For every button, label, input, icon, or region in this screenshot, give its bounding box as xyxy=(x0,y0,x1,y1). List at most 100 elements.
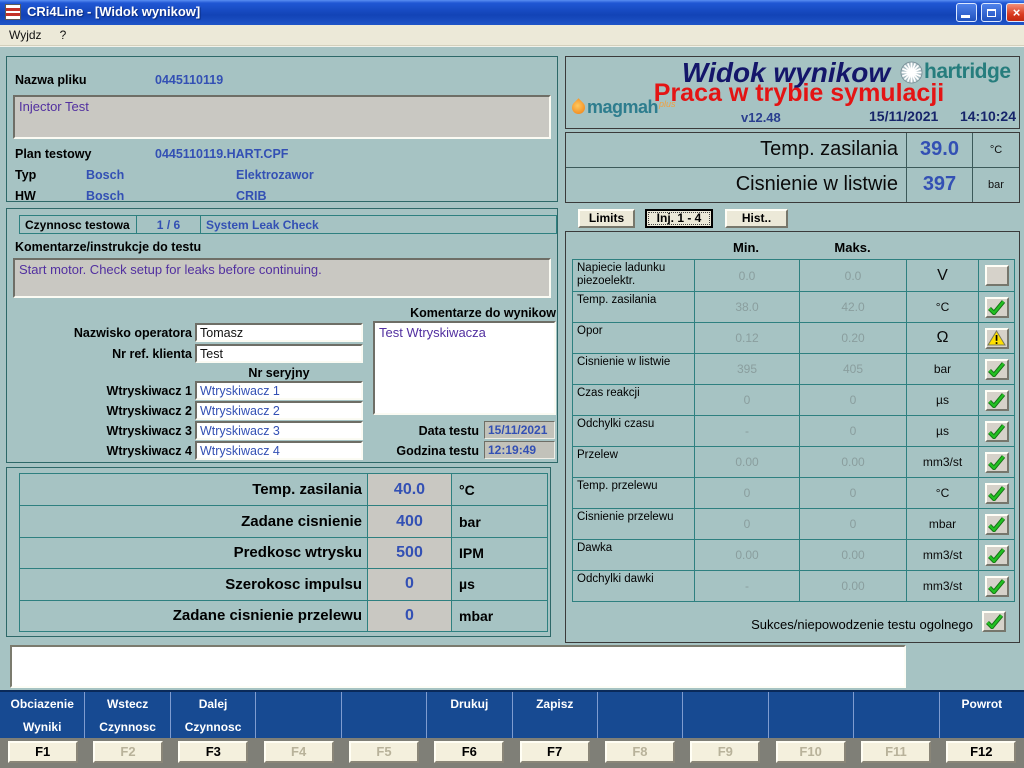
setpoints-panel: Temp. zasilania40.0°CZadane cisnienie400… xyxy=(6,467,551,637)
client-ref-input[interactable] xyxy=(195,344,363,363)
setpoint-value: 0 xyxy=(367,600,451,631)
result-row-label: Dawka xyxy=(573,539,694,570)
min-column-header: Min. xyxy=(693,240,799,255)
results-header-panel: Widok wynikow Praca w trybie symulacji m… xyxy=(565,56,1020,129)
fkey-slot-f5: F5 xyxy=(341,738,426,768)
result-max-value: 0 xyxy=(799,508,906,539)
fkey-label-line1: Powrot xyxy=(940,697,1024,711)
fkey-button-f3[interactable]: F3 xyxy=(178,741,248,763)
pass-check-icon xyxy=(985,576,1009,597)
fkey-label-line2: Czynnosc xyxy=(171,720,255,734)
result-min-value: 0.00 xyxy=(694,539,799,570)
result-max-value: 0 xyxy=(799,477,906,508)
version-label: v12.48 xyxy=(741,110,781,125)
pass-check-icon xyxy=(985,297,1009,318)
result-max-value: 0.0 xyxy=(799,260,906,291)
menu-item-help[interactable]: ? xyxy=(51,25,76,45)
test-time-label: Godzina testu xyxy=(331,444,479,458)
minimize-button[interactable] xyxy=(956,3,977,22)
fkey-button-f9[interactable]: F9 xyxy=(690,741,760,763)
typ-value: Bosch xyxy=(86,168,124,182)
test-name-textarea[interactable]: Injector Test xyxy=(13,95,551,139)
tab-hist[interactable]: Hist.. xyxy=(725,209,788,228)
fkey-button-f11[interactable]: F11 xyxy=(861,741,931,763)
results-panel: Min. Maks. Napiecie ladunku piezoelektr.… xyxy=(565,231,1020,643)
result-max-value: 0.00 xyxy=(799,539,906,570)
fkey-button-f1[interactable]: F1 xyxy=(8,741,78,763)
file-name-label: Nazwa pliku xyxy=(15,73,87,87)
fkey-button-f5[interactable]: F5 xyxy=(349,741,419,763)
result-status-cell xyxy=(978,508,1014,539)
fkey-label-f10 xyxy=(769,692,854,738)
pass-check-icon xyxy=(985,390,1009,411)
fkey-label-line1: Drukuj xyxy=(427,697,511,711)
fkey-button-f2[interactable]: F2 xyxy=(93,741,163,763)
fkey-button-f7[interactable]: F7 xyxy=(520,741,590,763)
test-time-value: 12:19:49 xyxy=(484,441,555,459)
setpoint-unit: IPM xyxy=(451,537,547,568)
operator-name-input[interactable] xyxy=(195,323,363,342)
result-row-label: Cisnienie w listwie xyxy=(573,353,694,384)
fkey-button-f12[interactable]: F12 xyxy=(946,741,1016,763)
plan-label: Plan testowy xyxy=(15,147,91,161)
menu-item-exit[interactable]: Wyjdz xyxy=(0,25,51,45)
fkey-label-f9 xyxy=(683,692,768,738)
menu-bar: Wyjdz? xyxy=(0,25,1024,46)
result-min-value: 0 xyxy=(694,477,799,508)
live-value-label: Temp. zasilania xyxy=(566,133,906,168)
result-status-cell xyxy=(978,446,1014,477)
setpoint-value: 40.0 xyxy=(367,474,451,505)
injector-2-input[interactable] xyxy=(195,401,363,420)
result-row-label: Temp. zasilania xyxy=(573,291,694,322)
fkey-label-line1: Zapisz xyxy=(513,697,597,711)
injector-1-label: Wtryskiwacz 1 xyxy=(7,384,192,398)
result-status-cell xyxy=(978,384,1014,415)
datetime-label: 15/11/2021 14:10:24 xyxy=(869,108,1016,124)
test-panel: Czynnosc testowa 1 / 6 System Leak Check… xyxy=(6,208,558,463)
simulation-mode-banner: Praca w trybie symulacji xyxy=(584,79,1014,108)
live-value-number: 39.0 xyxy=(906,133,972,168)
overall-status-cell xyxy=(982,611,1006,632)
result-max-value: 405 xyxy=(799,353,906,384)
results-comments-textarea[interactable]: Test Wtryskiwacza xyxy=(373,321,556,415)
function-key-button-bar: F1 F2 F3 F4 F5 F6 F7 F8 F9 F10 F11 F12 xyxy=(0,738,1024,768)
result-row-label: Czas reakcji xyxy=(573,384,694,415)
result-max-value: 0 xyxy=(799,384,906,415)
fkey-button-f8[interactable]: F8 xyxy=(605,741,675,763)
result-unit: µs xyxy=(906,415,978,446)
fkey-slot-f4: F4 xyxy=(256,738,341,768)
fkey-button-f6[interactable]: F6 xyxy=(434,741,504,763)
live-values-panel: Temp. zasilania39.0°CCisnienie w listwie… xyxy=(565,132,1020,203)
live-value-unit: °C xyxy=(972,133,1019,168)
result-row-label: Napiecie ladunku piezoelektr. xyxy=(573,260,694,291)
close-button[interactable]: × xyxy=(1006,3,1024,22)
result-status-cell xyxy=(978,570,1014,601)
tab-inj-1-4[interactable]: Inj. 1 - 4 xyxy=(645,209,713,228)
restore-button[interactable] xyxy=(981,3,1002,22)
fkey-label-f8 xyxy=(598,692,683,738)
setpoint-unit: mbar xyxy=(451,600,547,631)
result-unit: mm3/st xyxy=(906,446,978,477)
injector-3-label: Wtryskiwacz 3 xyxy=(7,424,192,438)
app-window: { "window": { "title": "CRi4Line - [Wido… xyxy=(0,0,1024,768)
fkey-slot-f11: F11 xyxy=(853,738,938,768)
tab-limits[interactable]: Limits xyxy=(578,209,635,228)
result-min-value: 395 xyxy=(694,353,799,384)
setpoint-label: Zadane cisnienie xyxy=(20,505,367,536)
fkey-slot-f3: F3 xyxy=(171,738,256,768)
fkey-slot-f8: F8 xyxy=(597,738,682,768)
setpoint-value: 500 xyxy=(367,537,451,568)
fkey-button-f10[interactable]: F10 xyxy=(776,741,846,763)
hw-value-2: CRIB xyxy=(236,189,267,203)
empty-status-icon xyxy=(985,265,1009,286)
injector-1-input[interactable] xyxy=(195,381,363,400)
instructions-textarea[interactable]: Start motor. Check setup for leaks befor… xyxy=(13,258,551,298)
live-value-unit: bar xyxy=(972,168,1019,203)
result-max-value: 0.20 xyxy=(799,322,906,353)
fkey-button-f4[interactable]: F4 xyxy=(264,741,334,763)
result-max-value: 0.00 xyxy=(799,570,906,601)
fkey-slot-f10: F10 xyxy=(768,738,853,768)
pass-check-icon xyxy=(985,545,1009,566)
result-max-value: 42.0 xyxy=(799,291,906,322)
pass-check-icon xyxy=(982,611,1006,632)
